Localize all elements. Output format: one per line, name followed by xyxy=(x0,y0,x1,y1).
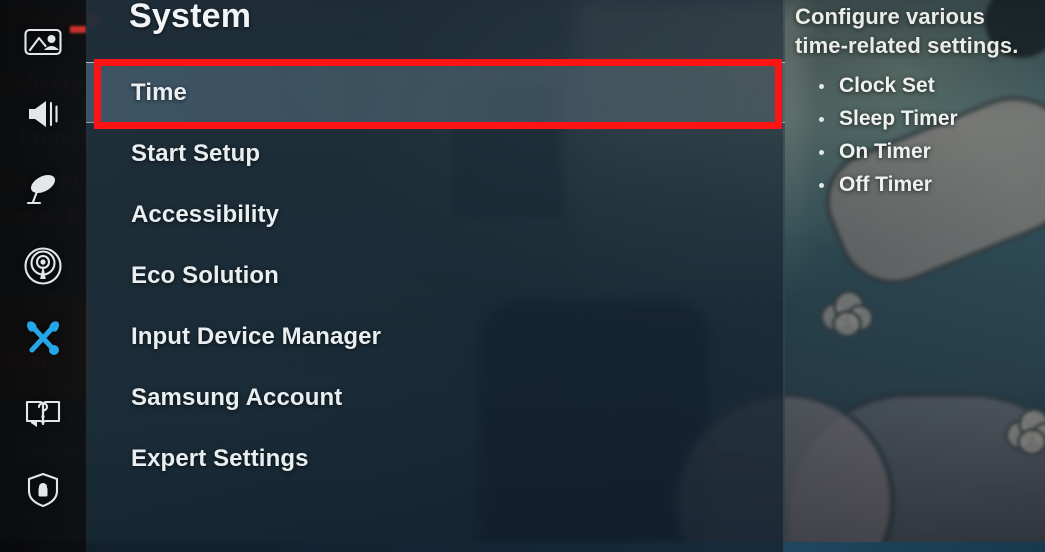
privacy-shield-icon xyxy=(26,471,60,509)
menu-item-accessibility[interactable]: Accessibility xyxy=(86,184,785,245)
description-panel: Configure various time-related settings.… xyxy=(787,0,1045,552)
menu-item-start-setup[interactable]: Start Setup xyxy=(86,123,785,184)
page-title: System xyxy=(129,0,252,35)
sound-icon xyxy=(23,97,63,131)
menu-item-samsung-account[interactable]: Samsung Account xyxy=(86,367,785,428)
network-antenna-icon xyxy=(23,246,63,286)
description-bullet-list: Clock Set Sleep Timer On Timer Off Timer xyxy=(815,74,958,206)
sidebar-item-sound[interactable] xyxy=(0,86,86,142)
sidebar-item-broadcasting[interactable] xyxy=(0,162,86,218)
sidebar-item-picture[interactable] xyxy=(0,14,86,70)
description-bullet-off-timer: Off Timer xyxy=(815,173,958,197)
satellite-dish-icon xyxy=(23,172,63,208)
sidebar-item-system[interactable] xyxy=(0,310,86,366)
description-heading: Configure various time-related settings. xyxy=(795,4,1019,58)
system-tools-icon xyxy=(22,318,64,358)
picture-icon xyxy=(23,26,63,58)
settings-icon-rail xyxy=(0,0,86,552)
menu-item-expert-settings[interactable]: Expert Settings xyxy=(86,428,785,489)
support-book-icon xyxy=(23,397,63,431)
description-bullet-clock-set: Clock Set xyxy=(815,74,958,98)
background-red-marker xyxy=(70,26,86,33)
description-bullet-on-timer: On Timer xyxy=(815,140,958,164)
sidebar-item-privacy[interactable] xyxy=(0,462,86,518)
settings-menu-panel: System Time Start Setup Accessibility Ec… xyxy=(86,0,785,552)
menu-item-time[interactable]: Time xyxy=(86,62,785,123)
settings-menu-list: Time Start Setup Accessibility Eco Solut… xyxy=(86,62,785,489)
tv-settings-screen: Configure Delivery h Prime Custom ent or… xyxy=(0,0,1045,552)
menu-item-input-device-manager[interactable]: Input Device Manager xyxy=(86,306,785,367)
menu-item-eco-solution[interactable]: Eco Solution xyxy=(86,245,785,306)
sidebar-item-support[interactable] xyxy=(0,386,86,442)
sidebar-item-network[interactable] xyxy=(0,238,86,294)
description-bullet-sleep-timer: Sleep Timer xyxy=(815,107,958,131)
